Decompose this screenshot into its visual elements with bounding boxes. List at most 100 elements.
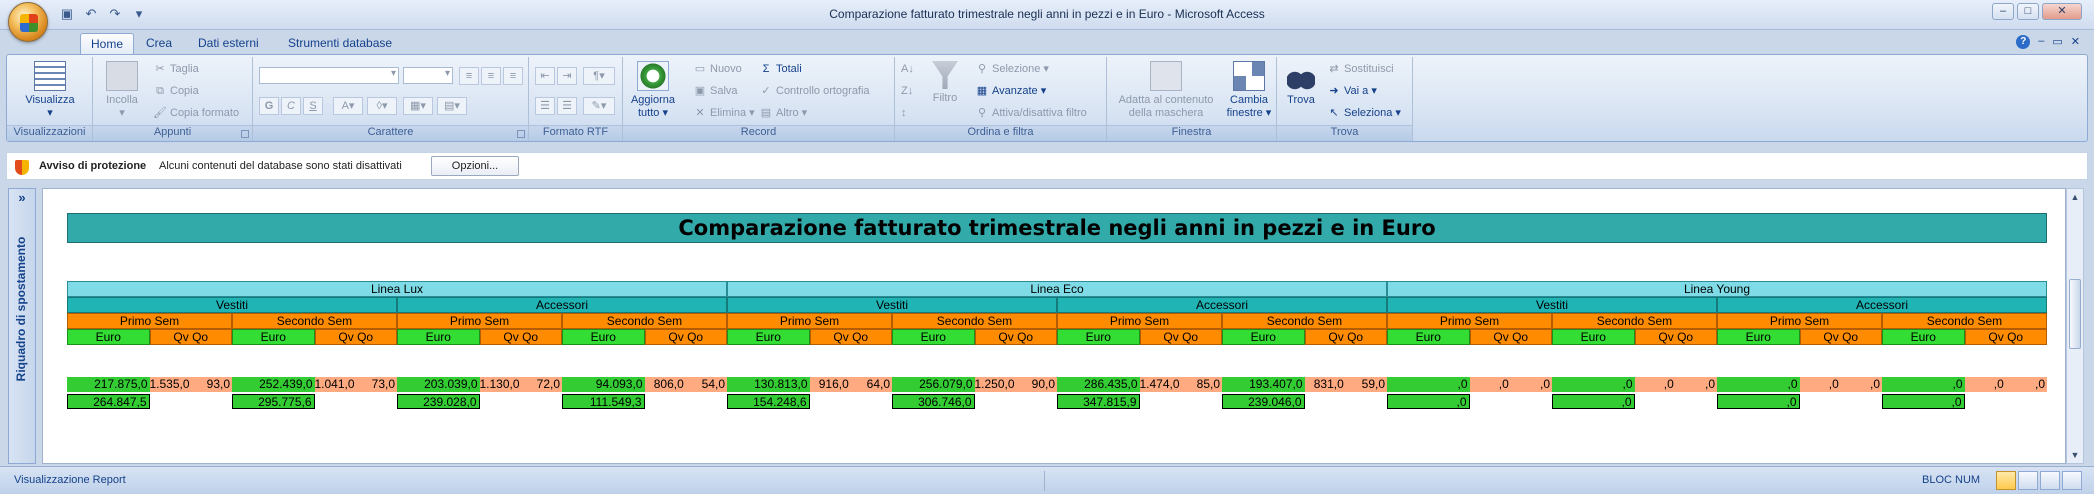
underline-icon[interactable]: S <box>303 97 323 115</box>
switch-windows-icon <box>1233 61 1265 91</box>
adatta-contenuto-button[interactable]: Adatta al contenuto della maschera <box>1111 61 1221 120</box>
tab-home[interactable]: Home <box>80 33 135 54</box>
euro-column-header: Euro <box>67 329 150 345</box>
pieces-value: 916,0 <box>809 377 851 392</box>
status-bar: Visualizzazione Report BLOC NUM <box>0 466 2094 494</box>
vai-a-button[interactable]: ➜ Vai a ▾ <box>1327 83 1376 99</box>
ratio-value: 64,0 <box>850 377 892 392</box>
close-button[interactable]: ✕ <box>2042 3 2082 20</box>
controllo-ortografia-button[interactable]: ✓ Controllo ortografia <box>759 83 869 99</box>
align-left-icon[interactable]: ≡ <box>459 67 479 85</box>
euro-column-header: Euro <box>232 329 315 345</box>
sort-desc-icon[interactable]: Z↓ <box>901 83 913 99</box>
design-view-icon[interactable] <box>2062 471 2082 490</box>
tab-crea[interactable]: Crea <box>136 33 182 54</box>
aggiorna-tutto-button[interactable]: Aggiorna tutto ▾ <box>625 61 681 120</box>
ribbon-right-controls: ? – ▭ ✕ <box>2016 35 2080 49</box>
pieces-value: 1.474,0 <box>1139 377 1181 392</box>
scroll-up-icon[interactable]: ▲ <box>2067 189 2083 205</box>
mdi-minimize-icon[interactable]: – <box>2038 35 2044 49</box>
delete-icon: ✕ <box>695 107 705 119</box>
qv-column-header: Qv Qo <box>1799 329 1882 345</box>
sort-asc-icon[interactable]: A↓ <box>901 61 914 77</box>
align-right-icon[interactable]: ≡ <box>503 67 523 85</box>
elimina-button[interactable]: ✕ Elimina ▾ <box>693 105 754 121</box>
binoculars-icon <box>1287 61 1315 91</box>
taglia-button[interactable]: ✂ Taglia <box>153 61 198 77</box>
office-button[interactable] <box>8 2 48 42</box>
selezione-button[interactable]: ⚲ Selezione ▾ <box>975 61 1049 77</box>
indent-decrease-icon[interactable]: ⇤ <box>535 67 555 85</box>
euro-column-header: Euro <box>1222 329 1305 345</box>
scroll-thumb[interactable] <box>2069 279 2081 349</box>
font-name-combo[interactable] <box>259 67 399 84</box>
trova-button[interactable]: Trova <box>1281 61 1321 107</box>
tab-dati-esterni[interactable]: Dati esterni <box>188 33 269 54</box>
qv-column-header: Qv Qo <box>809 329 892 345</box>
alternate-fill-icon[interactable]: ▤▾ <box>437 97 467 115</box>
tab-strumenti-database[interactable]: Strumenti database <box>278 33 402 54</box>
group-finestra: Adatta al contenuto della maschera Cambia… <box>1107 57 1277 141</box>
options-button[interactable]: Opzioni... <box>431 156 519 176</box>
vertical-scrollbar[interactable]: ▲ ▼ <box>2066 188 2084 464</box>
fit-form-icon <box>1150 61 1182 91</box>
bullets-icon[interactable]: ☰ <box>535 97 555 115</box>
font-size-combo[interactable] <box>403 67 453 84</box>
bold-icon[interactable]: G <box>259 97 279 115</box>
numbering-icon[interactable]: ☰ <box>557 97 577 115</box>
maximize-button[interactable]: □ <box>2017 3 2039 20</box>
pieces-value: 806,0 <box>644 377 686 392</box>
highlight-icon[interactable]: ✎▾ <box>583 97 615 115</box>
mdi-close-icon[interactable]: ✕ <box>2071 35 2080 49</box>
copia-button[interactable]: ⧉ Copia <box>153 83 199 99</box>
ratio-value: 90,0 <box>1015 377 1057 392</box>
layout-view-icon[interactable] <box>2040 471 2060 490</box>
minimize-button[interactable]: – <box>1992 3 2014 20</box>
ribbon: Visualizza ▾ Visualizzazioni Incolla ▾ ✂ Ta… <box>6 54 2088 142</box>
qv-column-header: Qv Qo <box>1304 329 1387 345</box>
print-preview-icon[interactable] <box>2018 471 2038 490</box>
indent-increase-icon[interactable]: ⇥ <box>557 67 577 85</box>
sostituisci-button[interactable]: ⇄ Sostituisci <box>1327 61 1393 77</box>
report-view-icon[interactable] <box>1996 471 2016 490</box>
report-title: Comparazione fatturato trimestrale negli… <box>67 213 2047 243</box>
category-header: Accessori <box>397 297 727 313</box>
help-icon[interactable]: ? <box>2016 35 2031 49</box>
scroll-down-icon[interactable]: ▼ <box>2067 447 2083 463</box>
paragraph-icon[interactable]: ¶▾ <box>583 67 615 85</box>
num-lock-indicator: BLOC NUM <box>1922 474 1981 486</box>
euro-value: ,0 <box>1717 377 1800 392</box>
more-icon: ▤ <box>760 107 772 119</box>
clear-sort-icon[interactable]: ↕ <box>901 105 907 121</box>
security-warning-text: Alcuni contenuti del database sono stati… <box>159 160 402 172</box>
align-center-icon[interactable]: ≡ <box>481 67 501 85</box>
euro-value: 130.813,0 <box>727 377 810 392</box>
italic-icon[interactable]: C <box>281 97 301 115</box>
group-ordina-filtra: A↓ Z↓ ↕ Filtro ⚲ Selezione ▾ ▦ Avanzate ▾ … <box>895 57 1107 141</box>
gridlines-icon[interactable]: ▦▾ <box>403 97 433 115</box>
font-color-icon[interactable]: A▾ <box>333 97 363 115</box>
qv-column-header: Qv Qo <box>479 329 562 345</box>
navigation-pane[interactable]: » Riquadro di spostamento <box>8 188 36 464</box>
salva-button[interactable]: ▣ Salva <box>693 83 738 99</box>
incolla-button[interactable]: Incolla ▾ <box>99 61 145 120</box>
totali-button[interactable]: Σ Totali <box>759 61 802 77</box>
category-header: Accessori <box>1717 297 2047 313</box>
cambia-finestre-button[interactable]: Cambia finestre ▾ <box>1225 61 1273 120</box>
carattere-launcher-icon[interactable] <box>517 130 525 138</box>
copy-icon: ⧉ <box>156 85 164 97</box>
filtro-button[interactable]: Filtro <box>925 61 965 105</box>
mdi-restore-icon[interactable]: ▭ <box>2052 35 2062 49</box>
pieces-value: 1.041,0 <box>314 377 356 392</box>
fill-color-icon[interactable]: ◊▾ <box>367 97 397 115</box>
avanzate-button[interactable]: ▦ Avanzate ▾ <box>975 83 1046 99</box>
nuovo-button[interactable]: ▭ Nuovo <box>693 61 742 77</box>
ratio-value: 59,0 <box>1345 377 1387 392</box>
altro-button[interactable]: ▤ Altro ▾ <box>759 105 807 121</box>
attiva-disattiva-filtro-button[interactable]: ⚲ Attiva/disattiva filtro <box>975 105 1087 121</box>
toggle-filter-icon: ⚲ <box>977 107 987 119</box>
visualizza-button[interactable]: Visualizza ▾ <box>15 61 85 120</box>
appunti-launcher-icon[interactable] <box>241 130 249 138</box>
seleziona-button[interactable]: ↖ Seleziona ▾ <box>1327 105 1401 121</box>
copia-formato-button[interactable]: 🖌 Copia formato <box>153 105 239 121</box>
